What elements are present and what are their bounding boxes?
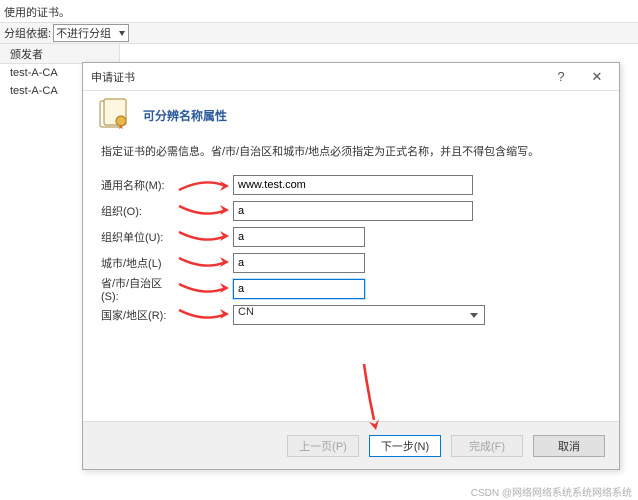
dialog-header: 可分辨名称属性 (83, 91, 619, 143)
label-common-name: 通用名称(M): (101, 177, 177, 193)
select-country[interactable]: CN (233, 305, 485, 325)
row-org-unit: 组织单位(U): (101, 225, 601, 249)
annotation-arrow-icon (177, 280, 231, 298)
annotation-arrow-icon (177, 254, 231, 272)
label-country: 国家/地区(R): (101, 307, 177, 323)
input-common-name[interactable] (233, 175, 473, 195)
row-organization: 组织(O): (101, 199, 601, 223)
annotation-arrow-icon (177, 176, 231, 194)
watermark-text: CSDN @网络网络系统系统网络系统 (471, 484, 632, 499)
annotation-arrow-icon (358, 362, 386, 438)
label-organization: 组织(O): (101, 203, 177, 219)
close-button[interactable]: ✕ (579, 67, 615, 87)
cancel-button[interactable]: 取消 (533, 435, 605, 457)
annotation-arrow-icon (177, 306, 231, 324)
help-button[interactable]: ? (543, 67, 579, 87)
grouping-select-value: 不进行分组 (56, 28, 111, 40)
finish-button: 完成(F) (451, 435, 523, 457)
grouping-select[interactable]: 不进行分组 (53, 24, 129, 42)
column-header-issuer[interactable]: 颁发者 (0, 44, 120, 64)
input-organization[interactable] (233, 201, 473, 221)
dialog-description: 指定证书的必需信息。省/市/自治区和城市/地点必须指定为正式名称，并且不得包含缩… (83, 143, 619, 173)
input-city[interactable] (233, 253, 365, 273)
label-state: 省/市/自治区(S): (101, 275, 177, 303)
row-country: 国家/地区(R): CN (101, 303, 601, 327)
dialog-header-title: 可分辨名称属性 (143, 107, 227, 124)
grouping-label: 分组依据: (0, 25, 53, 41)
used-certificates-label: 使用的证书。 (4, 4, 70, 20)
dialog-titlebar: 申请证书 ? ✕ (83, 63, 619, 91)
grouping-toolbar: 分组依据: 不进行分组 (0, 22, 638, 44)
certificate-icon (97, 97, 133, 133)
row-state: 省/市/自治区(S): (101, 277, 601, 301)
input-org-unit[interactable] (233, 227, 365, 247)
dialog-title: 申请证书 (91, 69, 543, 85)
label-org-unit: 组织单位(U): (101, 229, 177, 245)
request-certificate-dialog: 申请证书 ? ✕ 可分辨名称属性 指定证书的必需信息。省/市/自治区和城市/地点… (82, 62, 620, 470)
annotation-arrow-icon (177, 202, 231, 220)
dn-form: 通用名称(M): 组织(O): 组织单位(U): 城市/地点(L) 省/市/自治… (83, 173, 619, 329)
prev-button: 上一页(P) (287, 435, 359, 457)
dialog-button-bar: 上一页(P) 下一步(N) 完成(F) 取消 (83, 421, 619, 469)
annotation-arrow-icon (177, 228, 231, 246)
input-state[interactable] (233, 279, 365, 299)
select-country-value: CN (238, 306, 254, 318)
label-city: 城市/地点(L) (101, 255, 177, 271)
row-city: 城市/地点(L) (101, 251, 601, 275)
row-common-name: 通用名称(M): (101, 173, 601, 197)
